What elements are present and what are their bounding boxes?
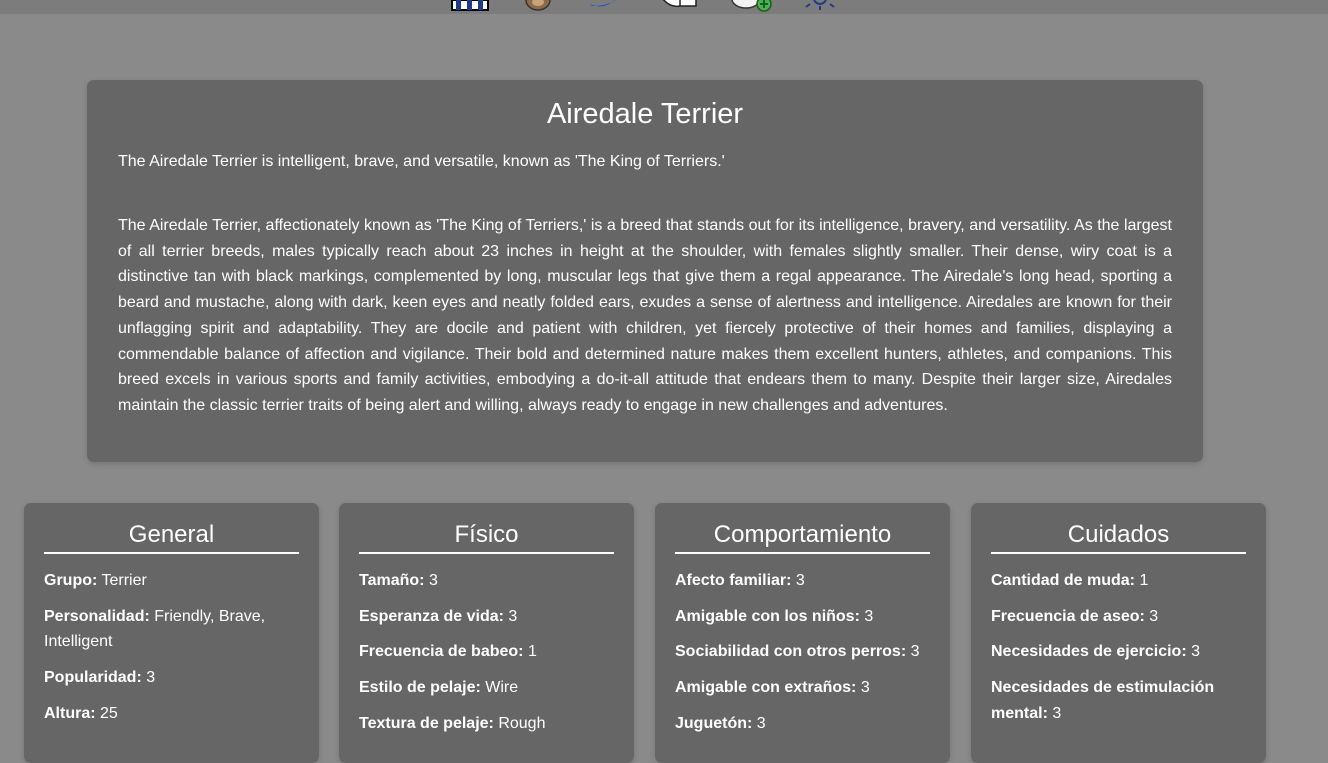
info-item: Textura de pelaje: Rough — [359, 711, 614, 737]
info-value: 3 — [1149, 607, 1159, 625]
info-label: Textura de pelaje: — [359, 714, 494, 732]
stats-icon[interactable] — [450, 0, 490, 12]
info-label: Necesidades de ejercicio: — [991, 643, 1187, 661]
sun-icon[interactable] — [800, 0, 840, 12]
info-value: Rough — [498, 714, 546, 732]
breed-overview-card: Airedale Terrier The Airedale Terrier is… — [87, 80, 1203, 462]
info-value: 3 — [756, 714, 766, 732]
info-label: Esperanza de vida: — [359, 607, 504, 625]
info-item: Frecuencia de babeo: 1 — [359, 639, 614, 665]
info-value: 3 — [428, 572, 438, 589]
info-label: Necesidades de estimulación mental: — [991, 679, 1215, 722]
card-title-care: Cuidados — [991, 521, 1246, 554]
info-item: Estilo de pelaje: Wire — [359, 675, 614, 701]
info-item: Grupo: Terrier — [44, 568, 299, 594]
info-value: 1 — [1139, 572, 1149, 589]
info-item: Necesidades de ejercicio: 3 — [991, 639, 1246, 665]
info-label: Frecuencia de babeo: — [359, 643, 524, 661]
info-label: Popularidad: — [44, 669, 142, 687]
info-item: Sociabilidad con otros perros: 3 — [675, 639, 930, 665]
info-item: Cantidad de muda: 1 — [991, 568, 1246, 594]
card-title-general: General — [44, 521, 299, 554]
info-label: Cantidad de muda: — [991, 572, 1136, 589]
general-card: General Grupo: Terrier Personalidad: Fri… — [24, 503, 319, 763]
info-value: Wire — [485, 679, 519, 697]
card-title-behavior: Comportamiento — [675, 521, 930, 554]
behavior-card: Comportamiento Afecto familiar: 3 Amigab… — [655, 503, 950, 763]
info-item: Altura: 25 — [44, 701, 299, 727]
info-value: Terrier — [101, 572, 147, 589]
info-label: Amigable con extraños: — [675, 679, 857, 697]
info-item: Esperanza de vida: 3 — [359, 604, 614, 630]
info-label: Personalidad: — [44, 607, 150, 625]
info-value: 3 — [508, 607, 518, 625]
info-value: 3 — [1191, 643, 1201, 661]
info-item: Popularidad: 3 — [44, 665, 299, 691]
info-value: 3 — [860, 679, 870, 697]
info-label: Estilo de pelaje: — [359, 679, 481, 697]
info-item: Personalidad: Friendly, Brave, Intellige… — [44, 604, 299, 655]
info-item: Amigable con los niños: 3 — [675, 604, 930, 630]
info-item: Tamaño: 3 — [359, 568, 614, 594]
care-card: Cuidados Cantidad de muda: 1 Frecuencia … — [971, 503, 1266, 763]
physical-card: Físico Tamaño: 3 Esperanza de vida: 3 Fr… — [339, 503, 634, 763]
info-label: Grupo: — [44, 572, 98, 589]
info-label: Afecto familiar: — [675, 572, 792, 589]
info-item: Juguetón: 3 — [675, 711, 930, 737]
info-value: 3 — [864, 607, 874, 625]
info-item: Amigable con extraños: 3 — [675, 675, 930, 701]
add-dog-icon[interactable] — [728, 0, 772, 12]
info-item: Necesidades de estimulación mental: 3 — [991, 675, 1246, 726]
dog-face-icon[interactable] — [520, 0, 560, 12]
breed-long-description: The Airedale Terrier, affectionately kno… — [118, 217, 1172, 414]
hand-pet-icon[interactable] — [660, 0, 700, 12]
card-title-physical: Físico — [359, 521, 614, 554]
breed-title: Airedale Terrier — [546, 98, 744, 130]
swoosh-icon[interactable] — [588, 0, 628, 12]
info-value: 25 — [100, 704, 118, 722]
info-value: 3 — [146, 669, 156, 687]
info-item: Afecto familiar: 3 — [675, 568, 930, 594]
info-label: Frecuencia de aseo: — [991, 607, 1145, 625]
info-value: 3 — [1052, 704, 1062, 722]
info-label: Sociabilidad con otros perros: — [675, 643, 907, 661]
info-label: Amigable con los niños: — [675, 607, 860, 625]
info-item: Frecuencia de aseo: 3 — [991, 604, 1246, 630]
breed-short-description: The Airedale Terrier is intelligent, bra… — [118, 153, 725, 170]
info-value: 3 — [795, 572, 805, 589]
info-label: Tamaño: — [359, 572, 425, 589]
info-label: Juguetón: — [675, 714, 753, 732]
info-value: 3 — [910, 643, 920, 661]
info-label: Altura: — [44, 704, 96, 722]
info-value: 1 — [527, 643, 537, 661]
